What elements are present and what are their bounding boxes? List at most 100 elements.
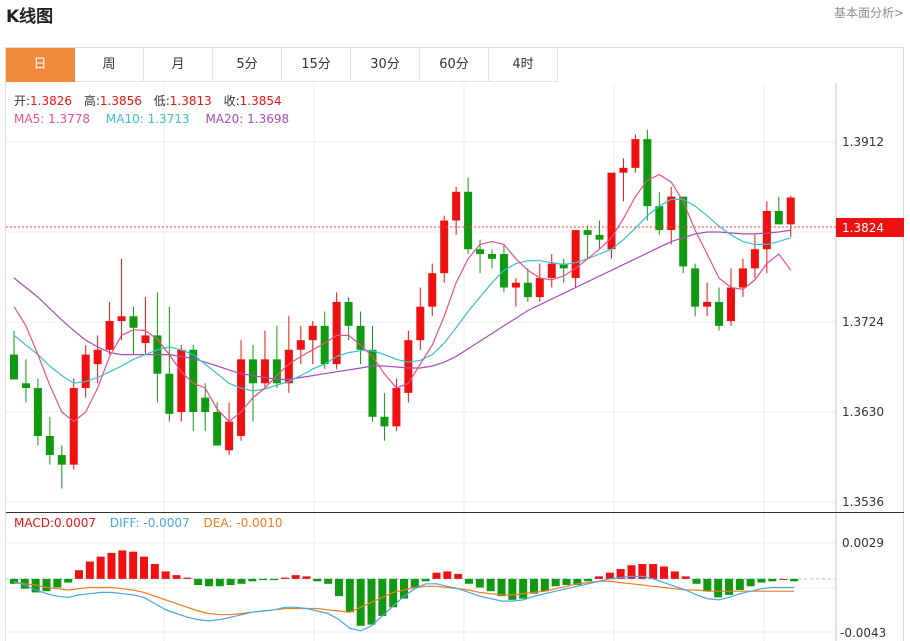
diff-legend-value: DIFF: -0.0007 [110,516,190,530]
macd-bar-5 [64,578,73,583]
candle-body-25 [308,325,317,341]
macd-bar-51 [562,578,571,586]
macd-bar-37 [410,578,419,588]
candle-body-2 [33,388,42,436]
macd-legend-value: MACD:0.0007 [14,516,96,530]
macd-bar-32 [356,578,365,626]
macd-bar-29 [324,578,333,584]
macd-bar-67 [735,578,744,590]
macd-bar-31 [345,578,354,613]
macd-bar-13 [150,564,159,579]
macd-bar-25 [280,577,289,579]
candle-body-59 [715,301,724,326]
macd-bar-27 [302,576,311,579]
macd-bar-47 [519,578,528,599]
macd-bar-38 [421,578,430,582]
macd-bar-8 [96,556,105,579]
macd-bar-71 [779,578,788,580]
candle-body-0 [10,354,18,380]
macd-bar-63 [692,578,701,584]
candle-body-11 [141,335,150,344]
candle-body-62 [750,249,759,269]
open-label: 开: [14,94,30,108]
macd-bar-22 [248,578,257,582]
candle-body-52 [631,139,640,168]
candle-body-57 [691,268,700,307]
macd-bar-64 [703,578,712,592]
macd-bar-10 [118,550,127,579]
macd-panel [10,550,798,632]
candle-body-1 [21,383,30,389]
high-value: 1.3856 [100,94,142,108]
macd-bar-46 [508,578,517,600]
macd-bar-59 [649,564,658,579]
candle-body-8 [105,321,114,350]
candle-body-40 [488,254,496,259]
ma20-line [13,229,791,380]
candle-body-6 [81,354,90,389]
kline-chart[interactable]: 1.3824 1.3912 1.3724 1.3630 1.3536 0.002… [0,0,910,641]
macd-bar-65 [714,578,723,598]
macd-bar-44 [486,578,495,592]
price-tick-2: 1.3724 [842,315,884,329]
candle-body-58 [703,301,712,307]
macd-tick-2: -0.0043 [840,626,886,640]
macd-bar-15 [172,575,181,579]
macd-bar-69 [757,578,766,583]
candle-body-61 [738,268,747,288]
macd-bar-72 [790,578,798,582]
macd-bar-11 [129,551,138,579]
candle-body-35 [428,273,437,307]
macd-bar-21 [237,578,246,584]
candle-body-42 [511,282,520,288]
candle-body-3 [45,435,54,456]
candle-body-13 [165,373,174,414]
macd-bar-68 [746,578,755,587]
macd-bar-61 [670,571,679,579]
candle-body-7 [93,349,102,365]
candle-body-65 [786,197,795,225]
macd-bar-41 [454,573,463,579]
macd-bar-39 [432,572,441,579]
ohlc-legend: 开:1.3826 高:1.3856 低:1.3813 收:1.3854 [14,93,282,108]
macd-bar-30 [335,578,343,597]
candle-body-14 [177,349,186,412]
macd-bar-4 [53,578,62,588]
macd-bar-53 [584,578,593,582]
price-tick-3: 1.3630 [842,405,884,419]
candle-body-10 [129,316,138,328]
macd-bar-18 [205,578,213,587]
macd-bar-3 [42,578,51,592]
macd-tick-1: 0.0029 [842,536,884,550]
macd-bar-26 [291,575,300,579]
candle-body-54 [655,206,664,231]
candle-body-18 [225,421,234,451]
macd-bar-54 [595,576,603,579]
macd-bar-19 [215,578,224,587]
candle-body-32 [392,388,401,427]
macd-bar-62 [681,576,690,579]
candle-body-48 [583,230,592,235]
macd-bar-17 [194,578,203,586]
macd-bar-28 [313,578,322,582]
candle-body-27 [332,301,341,365]
candle-body-49 [595,234,604,240]
candle-body-4 [57,455,66,465]
macd-bar-50 [551,578,560,587]
macd-bar-23 [259,578,268,581]
macd-bar-7 [85,561,94,579]
macd-bar-70 [768,578,777,582]
macd-bar-24 [270,578,278,581]
low-label: 低: [154,94,170,108]
close-label: 收: [224,94,240,108]
candles [10,129,795,489]
macd-bar-9 [107,552,116,579]
candle-body-5 [69,388,78,465]
macd-bar-6 [75,570,83,579]
open-value: 1.3826 [30,94,72,108]
candle-body-19 [237,359,246,436]
ma-legend: MA5: 1.3778 MA10: 1.3713 MA20: 1.3698 [14,112,289,126]
macd-bar-14 [161,571,170,579]
macd-bar-48 [530,578,538,594]
macd-bar-12 [140,556,148,579]
